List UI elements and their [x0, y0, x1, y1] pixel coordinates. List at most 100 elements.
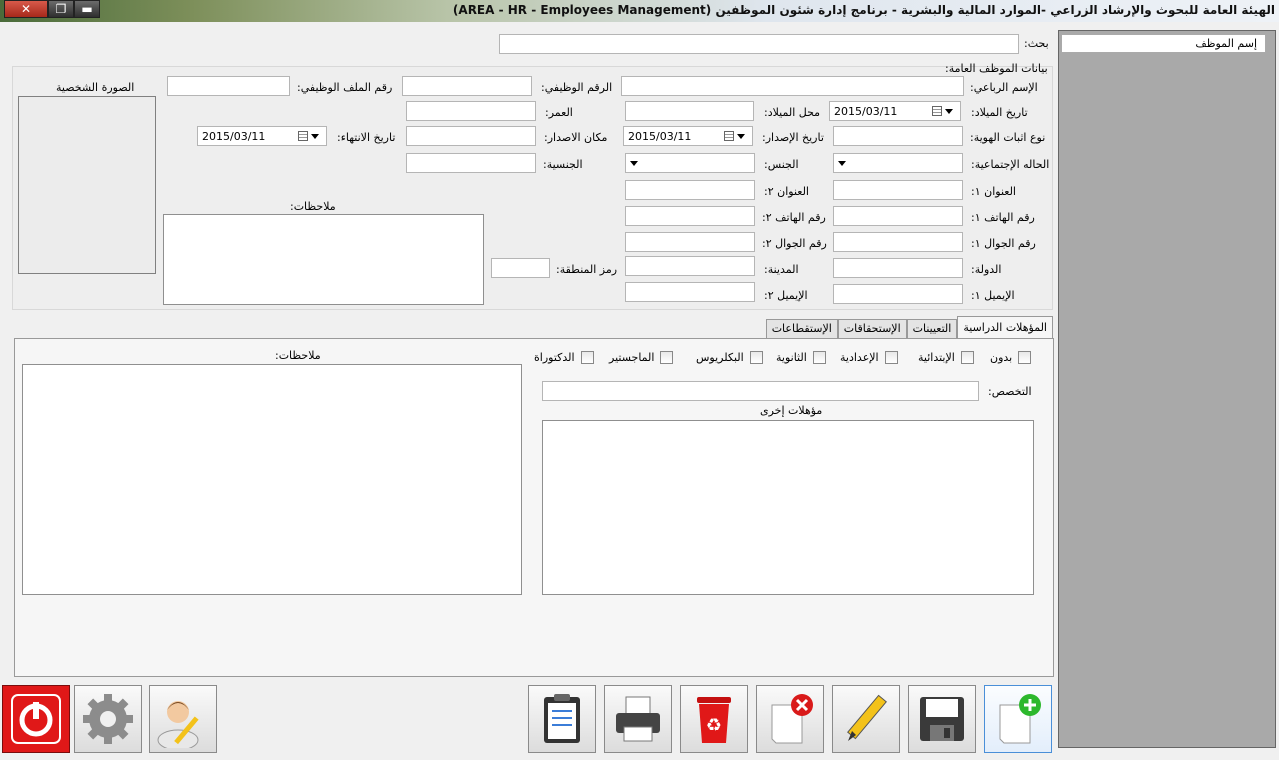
level-secondary-checkbox[interactable] [812, 351, 826, 364]
general-section-title: بيانات الموظف العامة: [945, 62, 1048, 75]
file-number-label: رقم الملف الوظيفي: [297, 81, 393, 94]
gender-label: الجنس: [764, 158, 799, 171]
level-secondary-option[interactable]: الثانوية [776, 351, 826, 364]
mobile1-input[interactable] [833, 232, 963, 252]
marital-status-select[interactable] [833, 153, 963, 173]
window-controls: ✕ ❐ ▬ [4, 0, 108, 18]
phone1-input[interactable] [833, 206, 963, 226]
new-button[interactable] [984, 685, 1052, 753]
tab-strip: المؤهلات الدراسية التعيينات الإستحقاقات … [765, 316, 1053, 338]
maximize-button[interactable]: ❐ [48, 0, 74, 18]
mobile2-input[interactable] [625, 232, 755, 252]
phone2-input[interactable] [625, 206, 755, 226]
expiry-date-label: تاريخ الانتهاء: [337, 131, 396, 144]
nationality-input[interactable] [406, 153, 536, 173]
id-type-input[interactable] [833, 126, 963, 146]
level-master-option[interactable]: الماجستير [609, 351, 674, 364]
address2-input[interactable] [625, 180, 755, 200]
level-none-checkbox[interactable] [1018, 351, 1032, 364]
expiry-date-picker[interactable]: 2015/03/11 [197, 126, 327, 146]
employee-list-header[interactable]: إسم الموظف [1061, 34, 1266, 53]
window-title: الهيئة العامة للبحوث والإرشاد الزراعي -ا… [452, 3, 1275, 17]
user-button[interactable] [149, 685, 217, 753]
city-input[interactable] [625, 256, 755, 276]
svg-text:♻: ♻ [706, 715, 722, 736]
address1-input[interactable] [833, 180, 963, 200]
settings-button[interactable] [74, 685, 142, 753]
chevron-down-icon [737, 133, 745, 139]
level-none-option[interactable]: بدون [990, 351, 1032, 364]
age-label: العمر: [545, 106, 573, 119]
other-qualifications-textarea[interactable] [542, 420, 1034, 595]
level-none-label: بدون [990, 351, 1013, 364]
minimize-button[interactable]: ▬ [74, 0, 100, 18]
email2-label: الإيميل ٢: [764, 289, 808, 302]
edit-button[interactable] [832, 685, 900, 753]
printer-icon [616, 696, 660, 742]
gender-select[interactable] [625, 153, 755, 173]
cancel-icon [771, 694, 813, 744]
close-button[interactable]: ✕ [4, 0, 48, 18]
birth-date-label: تاريخ الميلاد: [971, 106, 1028, 119]
search-input[interactable] [499, 34, 1019, 54]
new-document-icon [999, 694, 1041, 744]
print-button[interactable] [604, 685, 672, 753]
cancel-button[interactable] [756, 685, 824, 753]
general-notes-label: ملاحظات: [290, 200, 336, 213]
exit-button[interactable] [2, 685, 70, 753]
level-bachelor-checkbox[interactable] [749, 351, 763, 364]
level-bachelor-option[interactable]: البكلريوس [696, 351, 763, 364]
area-code-input[interactable] [491, 258, 550, 278]
level-master-label: الماجستير [609, 351, 655, 364]
photo-label: الصورة الشخصية [56, 81, 135, 94]
report-button[interactable] [528, 685, 596, 753]
full-name-input[interactable] [621, 76, 964, 96]
age-input[interactable] [406, 101, 536, 121]
birth-place-input[interactable] [625, 101, 754, 121]
marital-status-label: الحاله الإجتماعية: [971, 158, 1050, 171]
employee-list[interactable] [1058, 30, 1276, 748]
id-type-label: نوع اثبات الهوية: [970, 131, 1046, 144]
birth-date-picker[interactable]: 2015/03/11 [829, 101, 961, 121]
tab-qualifications[interactable]: المؤهلات الدراسية [957, 316, 1053, 338]
user-icon [157, 701, 199, 748]
level-doctorate-option[interactable]: الدكتوراة [534, 351, 594, 364]
save-icon [920, 697, 964, 741]
phone1-label: رقم الهاتف ١: [971, 211, 1035, 224]
specialization-input[interactable] [542, 381, 979, 401]
other-qualifications-label: مؤهلات إخرى [760, 404, 823, 417]
level-preparatory-checkbox[interactable] [884, 351, 898, 364]
file-number-input[interactable] [167, 76, 290, 96]
mobile2-label: رقم الجوال ٢: [762, 237, 827, 250]
tab-appointments[interactable]: التعيينات [906, 319, 958, 338]
email1-input[interactable] [833, 284, 963, 304]
city-label: المدينة: [764, 263, 799, 276]
country-input[interactable] [833, 258, 963, 278]
specialization-label: التخصص: [988, 385, 1032, 398]
tab-entitlements[interactable]: الإستحقاقات [837, 319, 907, 338]
delete-button[interactable]: ♻ [680, 685, 748, 753]
qualification-notes-textarea[interactable] [22, 364, 522, 595]
level-doctorate-checkbox[interactable] [580, 351, 594, 364]
tab-deductions[interactable]: الإستقطاعات [765, 319, 838, 338]
issue-place-label: مكان الاصدار: [544, 131, 608, 144]
level-primary-checkbox[interactable] [960, 351, 974, 364]
job-number-input[interactable] [402, 76, 532, 96]
email2-input[interactable] [625, 282, 755, 302]
email1-label: الإيميل ١: [971, 289, 1015, 302]
clipboard-icon [544, 694, 580, 743]
level-primary-option[interactable]: الإبتدائية [918, 351, 974, 364]
save-button[interactable] [908, 685, 976, 753]
issue-date-picker[interactable]: 2015/03/11 [623, 126, 753, 146]
issue-place-input[interactable] [406, 126, 536, 146]
calendar-icon [724, 131, 734, 141]
pencil-icon [847, 694, 887, 741]
level-primary-label: الإبتدائية [918, 351, 955, 364]
level-master-checkbox[interactable] [660, 351, 674, 364]
level-preparatory-option[interactable]: الإعدادية [840, 351, 898, 364]
power-icon [11, 694, 61, 744]
general-notes-textarea[interactable] [163, 214, 484, 305]
employee-photo[interactable] [18, 96, 156, 274]
address1-label: العنوان ١: [971, 185, 1016, 198]
chevron-down-icon [630, 160, 638, 166]
